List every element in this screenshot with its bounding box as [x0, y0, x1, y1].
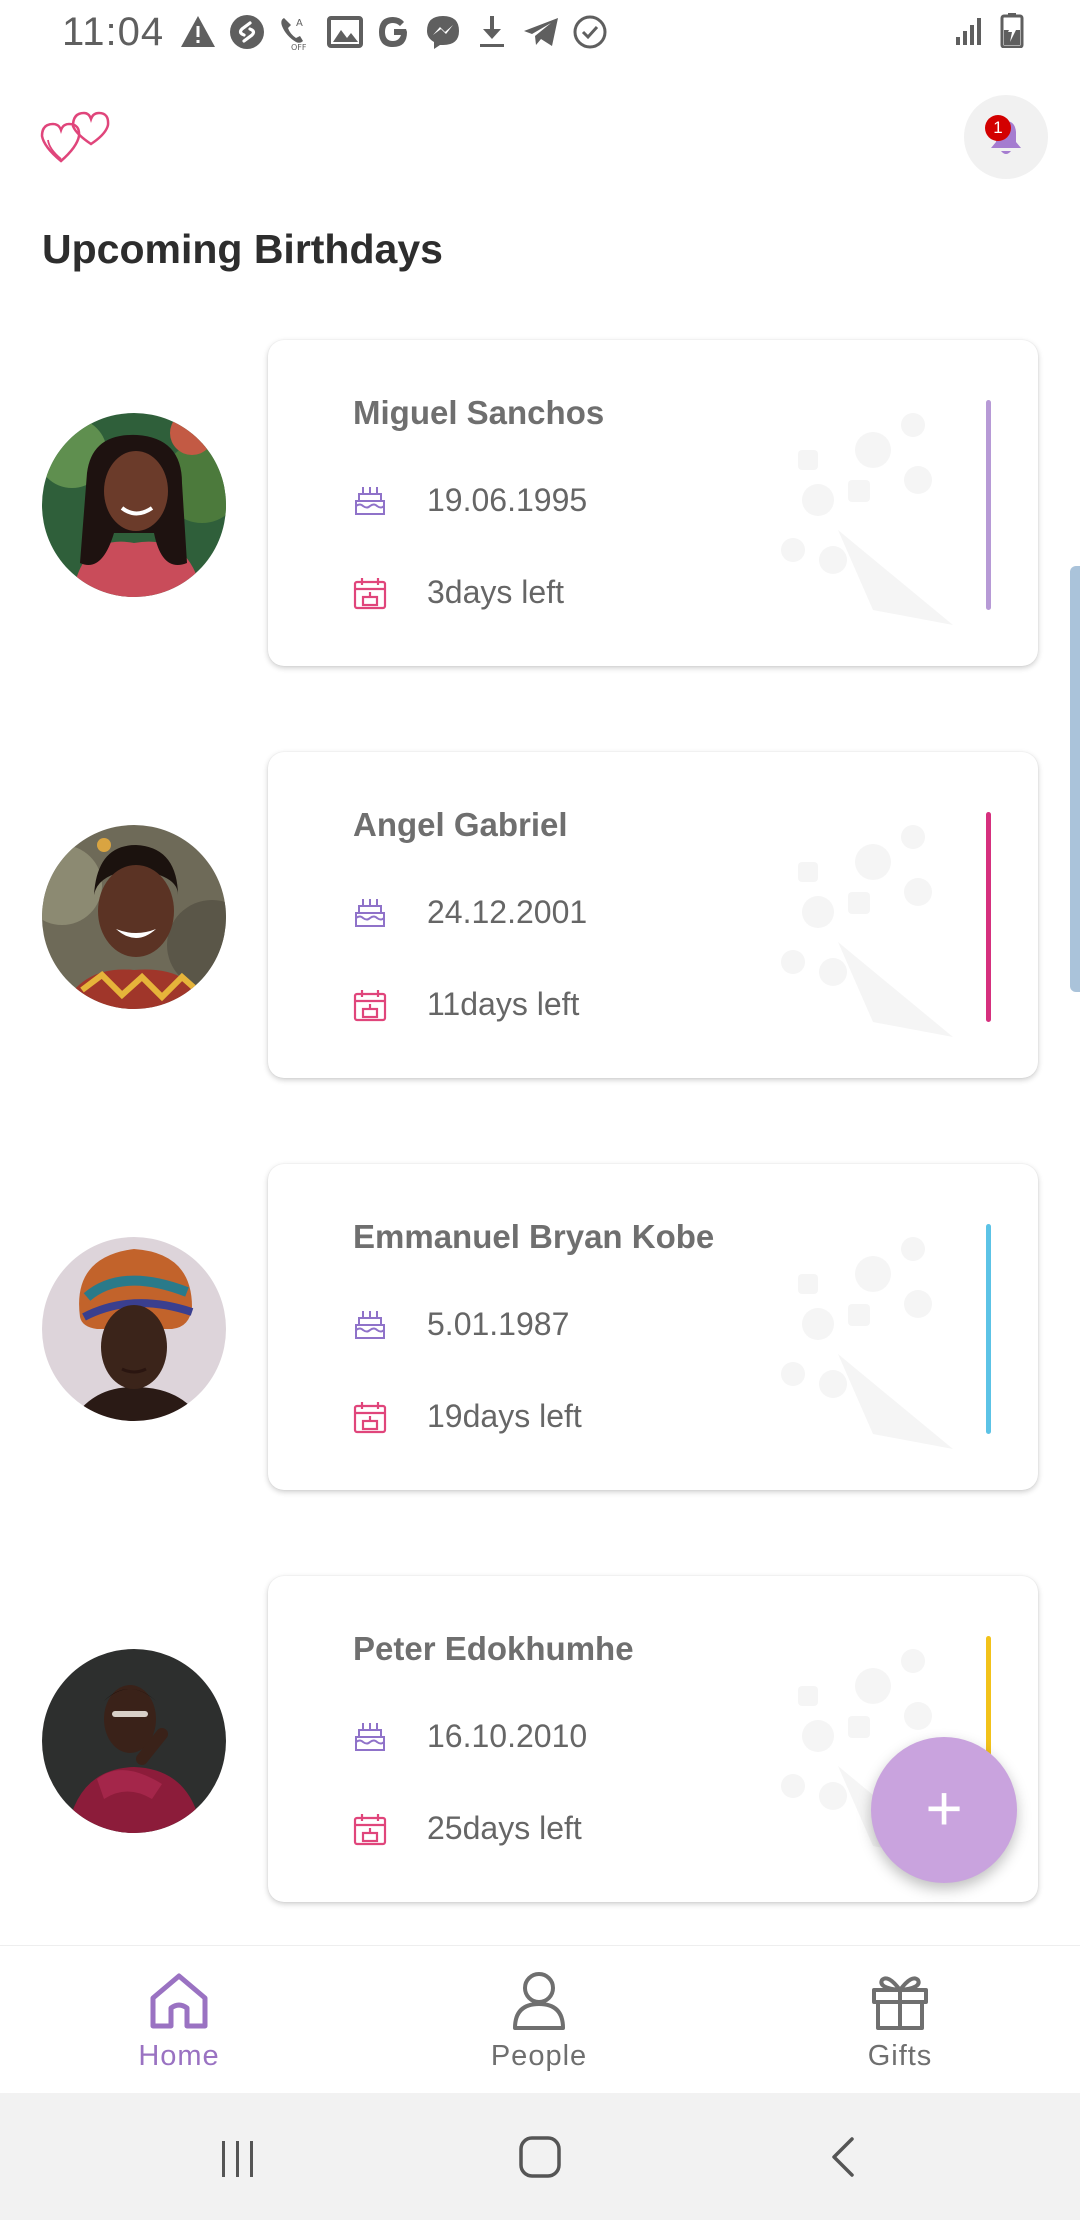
wifi-calling-off-icon: A OFF [281, 18, 307, 52]
nav-home[interactable]: Home [29, 1946, 329, 2094]
svg-text:OFF: OFF [291, 43, 307, 52]
birthday-cake-icon [355, 1310, 385, 1339]
add-birthday-button[interactable]: + [871, 1737, 1017, 1883]
birth-date: 16.10.2010 [427, 1718, 588, 1754]
accent-bar [986, 1224, 991, 1434]
telegram-icon [524, 18, 558, 46]
person-name: Angel Gabriel [353, 806, 568, 843]
birthday-cake-icon [355, 486, 385, 515]
download-icon [480, 16, 504, 47]
calendar-cake-icon [353, 989, 387, 1021]
days-left: 19days left [427, 1398, 582, 1434]
birth-date-line: 16.10.2010 [353, 1718, 587, 1755]
avatar[interactable] [42, 413, 226, 597]
avatar[interactable] [42, 1237, 226, 1421]
shazam-icon [230, 15, 264, 49]
birth-date-line: 5.01.1987 [353, 1306, 569, 1343]
signal-icon [956, 18, 981, 45]
battery-charging-icon [1000, 13, 1024, 48]
days-left: 25days left [427, 1810, 582, 1846]
notification-badge: 1 [985, 115, 1011, 141]
party-popper-watermark-icon [781, 825, 953, 1037]
birthday-cake-icon [355, 1722, 385, 1751]
back-icon[interactable] [824, 2135, 864, 2179]
birthday-cake-icon [355, 898, 385, 927]
messenger-icon [427, 16, 459, 49]
accent-bar [986, 812, 991, 1022]
party-popper-watermark-icon [781, 1237, 953, 1449]
hearts-logo-icon[interactable] [40, 104, 110, 168]
gallery-icon [327, 16, 363, 48]
days-left-line: 19days left [353, 1398, 582, 1435]
system-navigation-bar [0, 2093, 1080, 2220]
warning-icon [181, 16, 215, 47]
birthday-card[interactable]: Miguel Sanchos 19.06.1995 3days left [268, 340, 1038, 666]
calendar-cake-icon [353, 1401, 387, 1433]
party-popper-watermark-icon [781, 413, 953, 625]
nav-people[interactable]: People [389, 1946, 689, 2094]
birthday-card[interactable]: Emmanuel Bryan Kobe 5.01.1987 19days lef… [268, 1164, 1038, 1490]
status-notification-icons: A OFF [178, 12, 619, 52]
accent-bar [986, 400, 991, 610]
scrollbar[interactable] [1070, 566, 1080, 992]
person-name: Miguel Sanchos [353, 394, 605, 431]
notifications-button[interactable]: 1 [964, 95, 1048, 179]
birth-date: 19.06.1995 [427, 482, 588, 518]
nav-gifts[interactable]: Gifts [750, 1946, 1050, 2094]
check-circle-icon [573, 15, 607, 49]
avatar[interactable] [42, 1649, 226, 1833]
nav-gifts-label: Gifts [867, 2040, 933, 2072]
google-icon [379, 17, 407, 47]
days-left: 11days left [427, 986, 580, 1022]
gift-icon [872, 1976, 928, 2030]
status-system-icons [942, 12, 1024, 48]
nav-people-label: People [490, 2040, 588, 2072]
birth-date-line: 19.06.1995 [353, 482, 587, 519]
birth-date-line: 24.12.2001 [353, 894, 587, 931]
recents-icon[interactable] [218, 2139, 258, 2179]
calendar-cake-icon [353, 577, 387, 609]
calendar-cake-icon [353, 1813, 387, 1845]
birth-date: 5.01.1987 [427, 1306, 570, 1342]
birthday-card[interactable]: Angel Gabriel 24.12.2001 11days left [268, 752, 1038, 1078]
home-icon [150, 1973, 208, 2029]
svg-text:A: A [296, 18, 303, 29]
days-left-line: 11days left [353, 986, 579, 1023]
status-time: 11:04 [62, 10, 165, 54]
days-left-line: 3days left [353, 574, 564, 611]
days-left-line: 25days left [353, 1810, 582, 1847]
nav-home-label: Home [138, 2040, 220, 2072]
plus-icon: + [925, 1772, 963, 1844]
birthday-row: Miguel Sanchos 19.06.1995 3days left [0, 340, 1080, 752]
person-name: Emmanuel Bryan Kobe [353, 1218, 715, 1255]
home-circle-icon[interactable] [518, 2135, 562, 2179]
status-bar: 11:04 A OFF [0, 0, 1080, 66]
bottom-navigation: Home People Gifts [0, 1945, 1080, 2094]
birth-date: 24.12.2001 [427, 894, 588, 930]
avatar[interactable] [42, 825, 226, 1009]
person-name: Peter Edokhumhe [353, 1630, 634, 1667]
birthday-row: Angel Gabriel 24.12.2001 11days left [0, 752, 1080, 1164]
birthday-row: Emmanuel Bryan Kobe 5.01.1987 19days lef… [0, 1164, 1080, 1576]
days-left: 3days left [427, 574, 564, 610]
page-title: Upcoming Birthdays [42, 226, 443, 272]
person-icon [513, 1972, 565, 2030]
